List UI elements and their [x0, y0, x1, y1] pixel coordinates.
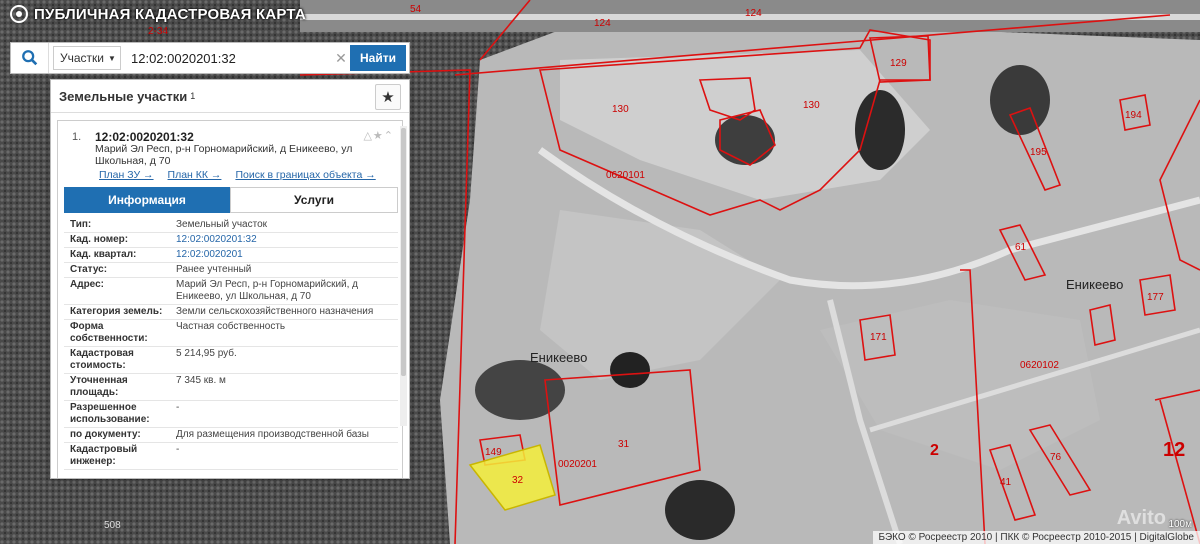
parcel-label: 76 [1050, 452, 1062, 463]
district-label: 12 [1163, 439, 1185, 461]
result-card: 1. 12:02:0020201:32 △★⌃ Марий Эл Респ, р… [57, 120, 403, 478]
parcel-label: 130 [612, 104, 629, 115]
tab-services[interactable]: Услуги [230, 187, 398, 213]
map-copyright: БЭКО © Росреестр 2010 | ПКК © Росреестр … [872, 531, 1200, 544]
rosreestr-logo-icon [10, 5, 28, 23]
road-label: 2-34 [148, 26, 168, 37]
panel-header: Земельные участки 1 [51, 80, 409, 113]
app-title: ПУБЛИЧНАЯ КАДАСТРОВАЯ КАРТА [10, 5, 306, 23]
table-row: Кадастровая стоимость: 5 214,95 руб. [64, 347, 398, 374]
object-type-select[interactable]: Участки ▼ [53, 46, 121, 70]
panel-scrollbar[interactable] [400, 126, 407, 426]
road-label: 124 [745, 8, 762, 19]
parcel-label: 0020201 [558, 459, 597, 470]
result-tabs: Информация Услуги [64, 187, 398, 213]
info-table: Тип: Земельный участок Кад. номер: 12:02:0… [64, 218, 398, 470]
parcel-label: 508 [104, 520, 121, 531]
plan-kk-link[interactable]: План КК → [168, 169, 222, 181]
map-scale: 100м [1168, 519, 1192, 530]
app-title-text: ПУБЛИЧНАЯ КАДАСТРОВАЯ КАРТА [34, 5, 306, 23]
result-number: 1. [72, 131, 82, 143]
table-row: Уточненная площадь: 7 345 кв. м [64, 374, 398, 401]
plan-zu-link[interactable]: План ЗУ → [99, 169, 154, 181]
table-row: Кадастровый инженер: - [64, 443, 398, 470]
result-links: План ЗУ → План КК → Поиск в границах объ… [99, 169, 376, 181]
table-row: по документу: Для размещения производстве… [64, 428, 398, 443]
parcel-label: 31 [618, 439, 630, 450]
table-row: Кад. номер: 12:02:0020201:32 [64, 233, 398, 248]
table-row: Категория земель: Земли сельскохозяйствен… [64, 305, 398, 320]
panel-title: Земельные участки [59, 88, 188, 104]
search-input[interactable] [121, 46, 332, 70]
parcel-label: 149 [485, 447, 502, 458]
parcel-label: 130 [803, 100, 820, 111]
table-row: Тип: Земельный участок [64, 218, 398, 233]
clear-icon[interactable]: ✕ [332, 50, 350, 67]
table-row: Адрес: Марий Эл Респ, р-н Горномарийский,… [64, 278, 398, 305]
result-count: 1 [190, 91, 196, 101]
object-type-value: Участки [60, 51, 104, 65]
scrollbar-thumb[interactable] [401, 128, 406, 376]
parcel-label: 61 [1015, 242, 1027, 253]
table-row: Форма собственности: Частная собственност… [64, 320, 398, 347]
parcel-label: 0620101 [606, 170, 645, 181]
result-address: Марий Эл Респ, р-н Горномарийский, д Ени… [95, 143, 353, 167]
table-row: Статус: Ранее учтенный [64, 263, 398, 278]
parcel-label: 41 [1000, 477, 1012, 488]
table-row: Кад. квартал: 12:02:0020201 [64, 248, 398, 263]
watermark: Avito [1116, 507, 1166, 529]
parcel-label: 32 [512, 475, 524, 486]
favorite-star-icon[interactable]: ★ [375, 84, 401, 110]
road-label: 124 [594, 18, 611, 29]
village-label: Еникеево [530, 350, 587, 365]
parcel-label: 177 [1147, 292, 1164, 303]
chevron-down-icon: ▼ [108, 53, 116, 63]
parcel-label: 171 [870, 332, 887, 343]
tab-information[interactable]: Информация [64, 187, 230, 213]
results-panel: Земельные участки 1 ★ 1. 12:02:0020201:3… [50, 79, 410, 479]
table-row: Разрешенное использование: - [64, 401, 398, 428]
village-label: Еникеево [1066, 277, 1123, 292]
search-bar: Участки ▼ ✕ Найти [10, 42, 410, 74]
road-label: 54 [410, 4, 422, 15]
find-button[interactable]: Найти [350, 45, 406, 71]
result-actions-icon[interactable]: △★⌃ [363, 129, 394, 142]
result-cadastral-number[interactable]: 12:02:0020201:32 [95, 130, 194, 144]
parcel-label: 0620102 [1020, 360, 1059, 371]
parcel-label: 129 [890, 58, 907, 69]
parcel-label: 195 [1030, 147, 1047, 158]
parcel-label: 194 [1125, 110, 1142, 121]
quarter-label: 2 [930, 442, 939, 459]
search-icon[interactable] [11, 43, 49, 73]
search-in-bounds-link[interactable]: Поиск в границах объекта → [235, 169, 375, 181]
